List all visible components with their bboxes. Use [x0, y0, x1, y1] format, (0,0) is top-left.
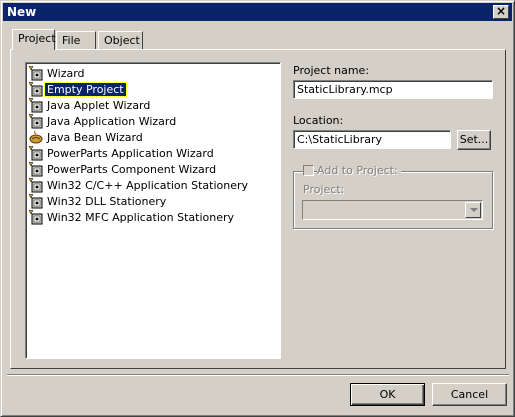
list-item[interactable]: Empty Project — [28, 81, 127, 97]
list-item-label: Java Application Wizard — [47, 114, 177, 128]
window-title: New — [7, 5, 37, 19]
java-bean-icon — [28, 130, 44, 145]
list-item[interactable]: Win32 DLL Stationery — [28, 193, 168, 209]
list-item[interactable]: Java Application Wizard — [28, 113, 178, 129]
add-to-project-checkbox[interactable] — [303, 165, 314, 176]
list-item-label: Java Bean Wizard — [47, 130, 143, 144]
wizard-icon — [28, 113, 44, 129]
tab-object[interactable]: Object — [98, 31, 143, 49]
list-item[interactable]: PowerParts Component Wizard — [28, 161, 218, 177]
wizard-icon — [28, 161, 44, 177]
location-label: Location: — [293, 114, 344, 127]
list-item-label: Empty Project — [44, 81, 127, 97]
list-item-label: Java Applet Wizard — [47, 98, 151, 112]
project-name-input[interactable]: StaticLibrary.mcp — [293, 80, 493, 99]
list-item[interactable]: Java Applet Wizard — [28, 97, 152, 113]
tab-project[interactable]: Project — [12, 29, 56, 50]
list-item-label: Win32 C/C++ Application Stationery — [47, 178, 249, 192]
list-item[interactable]: Java Bean Wizard — [28, 129, 145, 145]
project-name-label: Project name: — [293, 64, 370, 77]
ok-button[interactable]: OK — [350, 383, 425, 406]
list-item[interactable]: PowerParts Application Wizard — [28, 145, 216, 161]
cancel-button[interactable]: Cancel — [432, 383, 507, 406]
close-button[interactable]: × — [493, 5, 509, 19]
wizard-icon — [28, 145, 44, 161]
title-bar[interactable]: New × — [3, 3, 512, 21]
list-item[interactable]: Win32 MFC Application Stationery — [28, 209, 236, 225]
list-item[interactable]: Win32 C/C++ Application Stationery — [28, 177, 250, 193]
list-item-label: PowerParts Application Wizard — [47, 146, 214, 160]
list-item-label: PowerParts Component Wizard — [47, 162, 217, 176]
set-location-button[interactable]: Set... — [457, 130, 491, 150]
project-select[interactable] — [302, 200, 483, 220]
list-item-label: Win32 MFC Application Stationery — [47, 210, 235, 224]
wizard-icon — [28, 65, 44, 81]
tab-file[interactable]: File — [56, 31, 96, 49]
stationery-icon — [28, 177, 44, 193]
stationery-icon — [28, 209, 44, 225]
stationery-icon — [28, 193, 44, 209]
chevron-down-icon[interactable] — [465, 202, 481, 218]
project-type-list[interactable]: Wizard Empty Project Java Applet Wizard Jav… — [25, 62, 281, 359]
separator — [7, 374, 509, 376]
wizard-icon — [28, 97, 44, 113]
project-select-label: Project: — [303, 183, 345, 196]
location-input[interactable]: C:\StaticLibrary — [293, 130, 451, 149]
project-icon — [28, 81, 44, 97]
list-item[interactable]: Wizard — [28, 65, 87, 81]
new-dialog: New × Project File Object Wizard Empty Pr… — [0, 0, 515, 417]
add-to-project-label: Add to Project: — [317, 164, 401, 177]
list-item-label: Wizard — [47, 66, 85, 80]
list-item-label: Win32 DLL Stationery — [47, 194, 167, 208]
